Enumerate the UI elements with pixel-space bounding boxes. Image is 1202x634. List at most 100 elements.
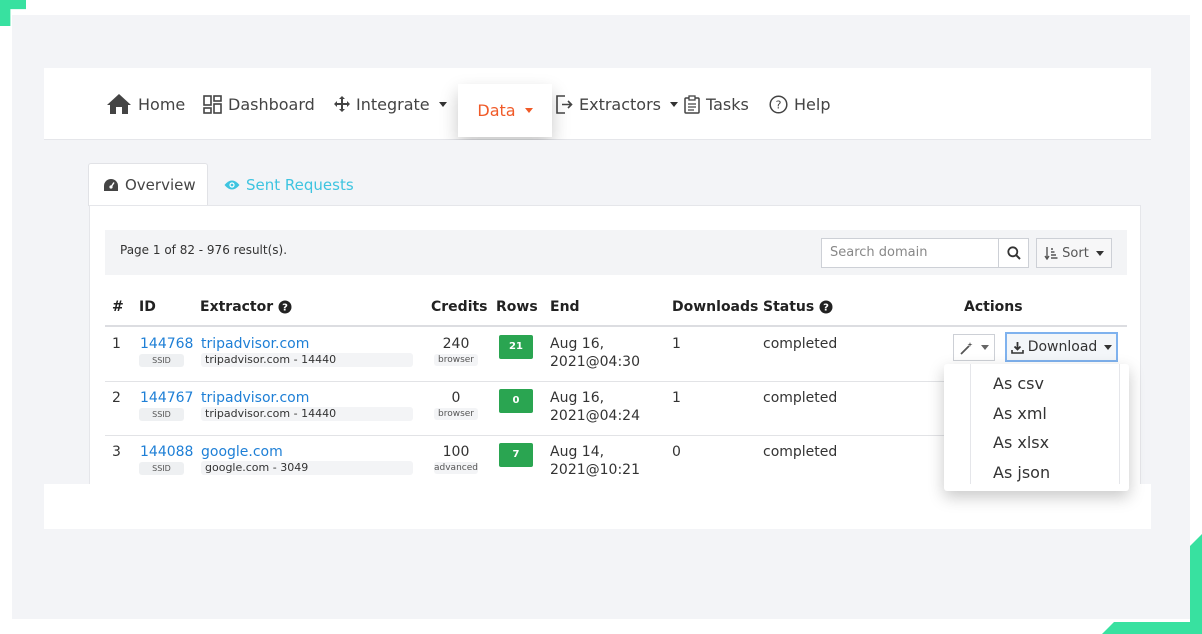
download-label: Download [1027, 339, 1098, 355]
row-number: 2 [112, 390, 121, 406]
download-option-csv[interactable]: As csv [993, 374, 1044, 393]
chevron-down-icon [980, 345, 989, 350]
download-icon [1010, 341, 1024, 354]
download-option-json[interactable]: As json [993, 463, 1050, 482]
col-header-downloads-label: Downloads [672, 299, 759, 315]
nav-extractors-label: Extractors [579, 94, 662, 114]
download-option-xml[interactable]: As xml [993, 404, 1047, 423]
sort-amount-icon [1044, 247, 1058, 260]
nav-home-label: Home [138, 94, 186, 114]
search-button[interactable] [998, 238, 1029, 268]
extractor-link[interactable]: tripadvisor.com [201, 336, 309, 352]
dashboard-icon [203, 94, 222, 114]
status-text: completed [763, 444, 838, 460]
end-datetime: Aug 14, 2021@10:21 [550, 443, 650, 479]
nav-dashboard[interactable]: Dashboard [203, 68, 315, 140]
credits-value: 240 [442, 336, 470, 352]
chevron-down-icon [1104, 344, 1113, 350]
search-icon [1006, 246, 1021, 260]
nav-home[interactable]: Home [106, 68, 185, 140]
end-date: Aug 16, [550, 336, 605, 352]
ssid-tag: SSID [139, 462, 184, 475]
credits-type: advanced [434, 462, 478, 474]
row-id-link[interactable]: 144088 [140, 444, 193, 460]
nav-integrate[interactable]: Integrate [334, 68, 447, 140]
col-header-num-label: # [112, 299, 124, 315]
rows-count-badge: 7 [499, 443, 533, 467]
extractor-subtitle: tripadvisor.com - 14440 [201, 407, 413, 421]
credits-value: 0 [451, 390, 461, 406]
results-count: Page 1 of 82 - 976 result(s). [120, 243, 288, 257]
svg-text:?: ? [823, 303, 829, 314]
eye-icon [224, 180, 240, 189]
download-dropdown-menu: As csv As xml As xlsx As json [944, 364, 1129, 491]
clipboard-list-icon [684, 94, 700, 114]
chevron-down-icon [438, 101, 447, 107]
nav-integrate-label: Integrate [356, 94, 430, 114]
ssid-tag: SSID [139, 408, 184, 421]
download-button[interactable]: Download [1005, 332, 1118, 362]
row-number: 1 [112, 336, 121, 352]
chevron-down-icon [524, 108, 533, 113]
nav-help-label: Help [794, 94, 831, 114]
extractor-subtitle: tripadvisor.com - 14440 [201, 353, 413, 367]
row-id-link[interactable]: 144767 [140, 390, 193, 406]
status-text: completed [763, 390, 838, 406]
search-domain-input[interactable]: Search domain [821, 238, 999, 268]
rows-count-badge: 21 [499, 335, 533, 359]
row-id-link[interactable]: 144768 [140, 336, 193, 352]
col-header-status-label: Status [763, 299, 815, 315]
downloads-count: 1 [672, 390, 681, 406]
end-time: 2021@04:30 [550, 354, 640, 370]
col-header-id: ID [139, 299, 156, 315]
col-header-rows: Rows [496, 299, 538, 315]
rows-count-badge: 0 [499, 389, 533, 413]
extractor-link[interactable]: google.com [201, 444, 283, 460]
nav-tasks[interactable]: Tasks [684, 68, 749, 140]
col-header-credits: Credits [431, 299, 488, 315]
tachometer-icon [104, 179, 118, 191]
nav-extractors[interactable]: Extractors [556, 68, 679, 140]
sign-out-icon [556, 94, 573, 114]
svg-text:?: ? [776, 98, 782, 111]
tab-overview[interactable]: Overview [88, 163, 208, 206]
end-time: 2021@04:24 [550, 408, 640, 424]
end-datetime: Aug 16, 2021@04:24 [550, 389, 650, 425]
end-date: Aug 14, [550, 444, 605, 460]
credits-type: browser [434, 354, 478, 366]
extractor-link[interactable]: tripadvisor.com [201, 390, 309, 406]
col-header-actions-label: Actions [964, 299, 1023, 315]
svg-text:?: ? [282, 303, 288, 314]
actions-menu-button[interactable] [953, 334, 995, 361]
sort-button[interactable]: Sort [1036, 238, 1112, 268]
download-dropdown-list: As csv As xml As xlsx As json [970, 364, 1120, 484]
col-header-rows-label: Rows [496, 299, 538, 315]
col-header-actions: Actions [964, 299, 1023, 315]
tab-sent-requests[interactable]: Sent Requests [224, 163, 354, 206]
end-date: Aug 16, [550, 390, 605, 406]
question-circle-icon[interactable]: ? [278, 300, 292, 314]
credits-type: browser [434, 408, 478, 420]
extractor-subtitle: google.com - 3049 [201, 461, 413, 475]
col-header-id-label: ID [139, 299, 156, 315]
question-circle-icon: ? [769, 94, 788, 114]
home-icon [107, 94, 131, 114]
question-circle-icon[interactable]: ? [819, 300, 833, 314]
tab-overview-label: Overview [125, 176, 196, 194]
sort-label: Sort [1062, 245, 1089, 261]
chevron-down-icon [670, 101, 679, 107]
magic-wand-icon [959, 341, 972, 355]
col-header-end: End [550, 299, 580, 315]
nav-data[interactable]: Data [458, 84, 552, 137]
col-header-downloads: Downloads [672, 299, 758, 315]
download-option-xlsx[interactable]: As xlsx [993, 433, 1049, 452]
nav-help[interactable]: ? Help [769, 68, 830, 140]
tab-sent-requests-label: Sent Requests [246, 175, 354, 194]
downloads-count: 1 [672, 336, 681, 352]
move-arrows-icon [334, 96, 350, 112]
col-header-status: Status ? [763, 299, 833, 315]
col-header-extractor: Extractor ? [200, 299, 292, 315]
status-text: completed [763, 336, 838, 352]
col-header-credits-label: Credits [431, 299, 488, 315]
downloads-count: 0 [672, 444, 681, 460]
